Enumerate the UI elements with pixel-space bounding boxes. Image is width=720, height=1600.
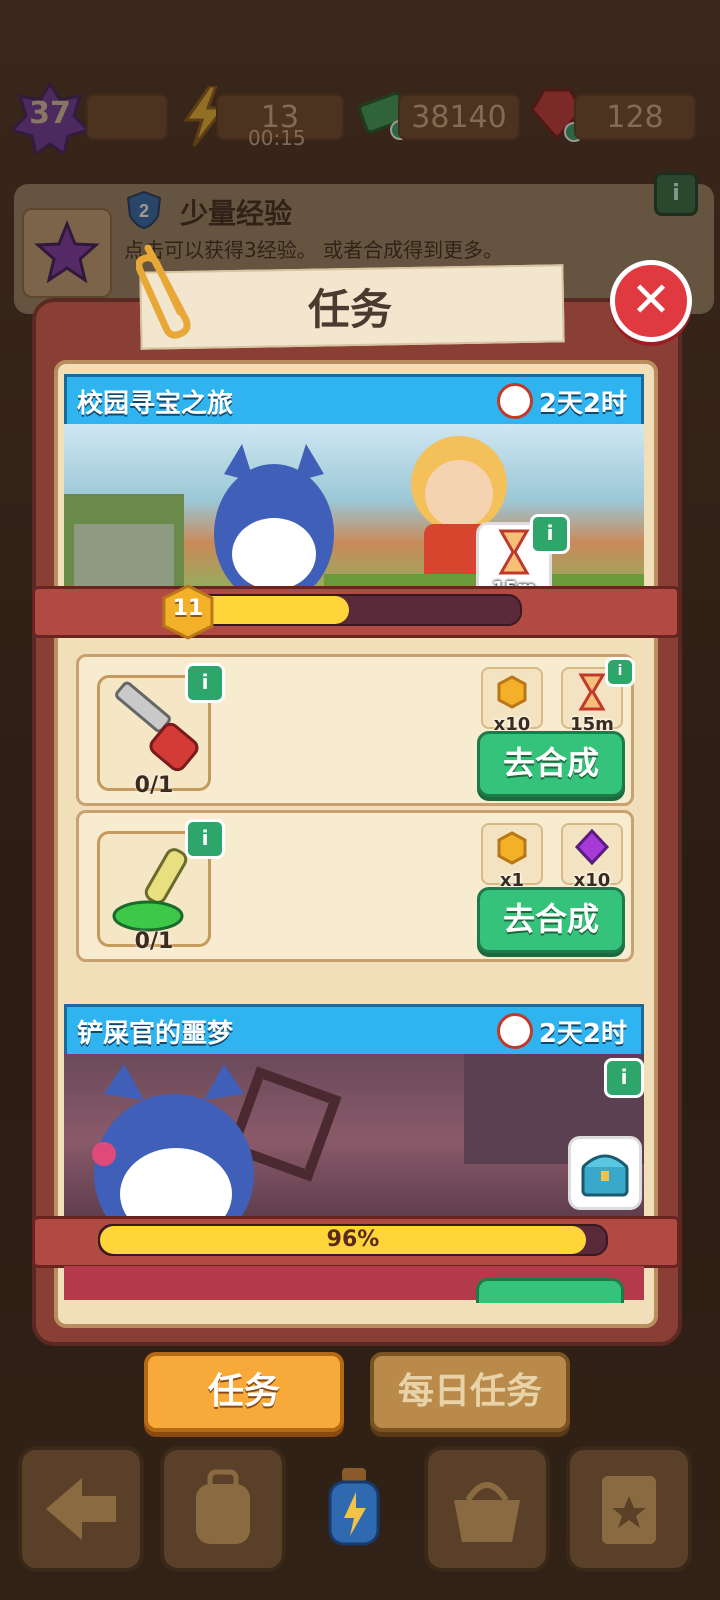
quest-scene-image	[64, 1054, 644, 1226]
quest-timer-text: 2天2时	[538, 388, 627, 419]
arrow-left-icon	[46, 1478, 116, 1540]
purple-gem-icon	[574, 828, 610, 866]
reward-gems: x10	[561, 823, 623, 891]
quest-timer-text: 2天2时	[538, 1018, 627, 1049]
quest-header: 铲屎官的噩梦 2天2时	[64, 1004, 644, 1060]
tab-daily-quests[interactable]: 每日任务	[370, 1352, 570, 1432]
go-merge-button[interactable]: 去合成	[477, 731, 625, 797]
quest-timer: 2天2时	[496, 1011, 627, 1051]
quest-progress-bar	[196, 594, 522, 626]
shop-basket-button[interactable]	[424, 1446, 550, 1572]
quest-progress-fill	[198, 596, 350, 624]
backpack-button[interactable]	[160, 1446, 286, 1572]
task-count: 0/1	[134, 773, 174, 798]
quest-progress-bar: 96%	[98, 1224, 608, 1256]
tasks-clipboard-button[interactable]	[566, 1446, 692, 1572]
quest-illustration	[92, 1054, 644, 1226]
task-row: 0/1 i x10 15m i 去合成	[76, 654, 635, 806]
backpack-icon	[196, 1469, 250, 1544]
quest-reward-info-button[interactable]: i	[530, 514, 570, 554]
close-button[interactable]: ✕	[610, 260, 692, 342]
coin-icon	[497, 675, 527, 709]
quest-reward-bubble[interactable]	[568, 1136, 642, 1210]
quest-header: 校园寻宝之旅 2天2时	[64, 374, 644, 430]
quest-title: 铲屎官的噩梦	[77, 1019, 234, 1049]
task-info-button[interactable]: i	[185, 819, 225, 859]
task-info-button[interactable]: i	[185, 663, 225, 703]
quest-title: 校园寻宝之旅	[77, 389, 234, 419]
quest-progress-text: 96%	[326, 1227, 380, 1252]
quest-scene-image	[64, 424, 644, 594]
treasure-chest-icon	[581, 1154, 629, 1197]
clipboard-icon	[602, 1476, 656, 1544]
quest-illustration	[64, 436, 644, 594]
quest-info-button[interactable]: i	[604, 1058, 644, 1098]
reward-info-button[interactable]: i	[605, 657, 635, 687]
go-merge-button[interactable]: 去合成	[477, 887, 625, 953]
reward-coins: x10	[481, 667, 543, 735]
reward-coins: x1	[481, 823, 543, 891]
dialog-title: 任务	[307, 285, 392, 334]
task-row: 0/1 i x1 x10 去合成	[76, 810, 634, 962]
quest-level: 11	[172, 596, 204, 621]
coin-icon	[497, 831, 527, 865]
clock-icon	[496, 1013, 533, 1049]
quest-timer: 2天2时	[496, 381, 627, 421]
clock-icon	[496, 383, 533, 419]
basket-icon	[454, 1482, 520, 1542]
task-count: 0/1	[134, 929, 174, 954]
tab-quests[interactable]: 任务	[144, 1352, 344, 1432]
claim-button-peek[interactable]	[476, 1278, 624, 1303]
energy-bottle-icon[interactable]	[312, 1462, 396, 1552]
back-button[interactable]	[18, 1446, 144, 1572]
